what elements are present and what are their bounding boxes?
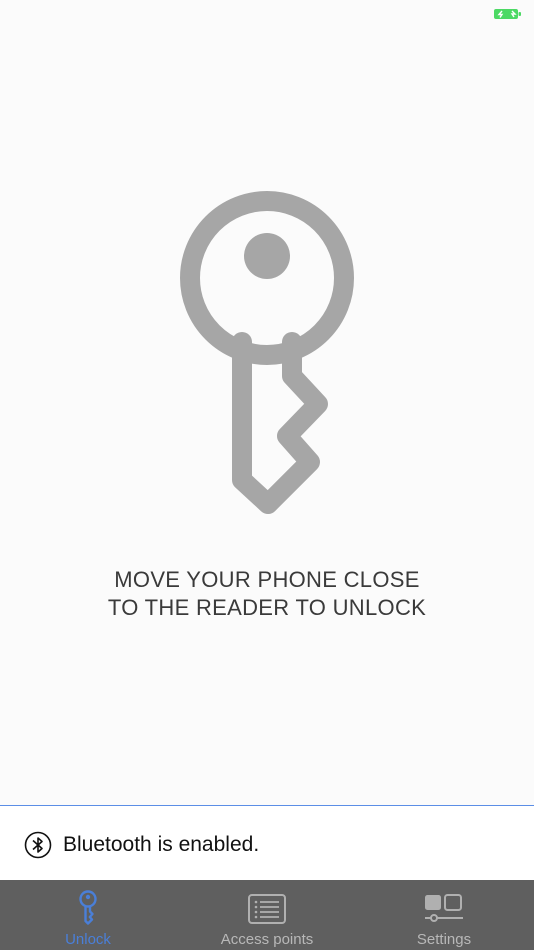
settings-toggle-icon	[425, 894, 463, 922]
tab-access-points-label: Access points	[220, 931, 314, 948]
bluetooth-status-text: Bluetooth is enabled.	[63, 833, 260, 856]
list-icon	[248, 894, 286, 924]
bluetooth-icon	[24, 831, 52, 859]
key-icon	[180, 191, 354, 514]
tab-unlock-label: Unlock	[65, 931, 111, 948]
app-screen: MOVE YOUR PHONE CLOSE TO THE READER TO U…	[0, 0, 534, 950]
status-bar	[0, 0, 534, 28]
instruction-line-1: MOVE YOUR PHONE CLOSE	[114, 567, 420, 592]
bluetooth-status-bar: Bluetooth is enabled.	[0, 806, 534, 880]
tab-unlock[interactable]: Unlock	[38, 880, 138, 950]
unlock-main-area: MOVE YOUR PHONE CLOSE TO THE READER TO U…	[0, 0, 534, 805]
tab-bar: Unlock Access points Settings	[0, 880, 534, 950]
battery-charging-icon	[494, 9, 521, 19]
tab-settings-label: Settings	[416, 931, 472, 948]
unlock-instruction: MOVE YOUR PHONE CLOSE TO THE READER TO U…	[0, 566, 534, 622]
key-icon	[79, 890, 97, 925]
instruction-line-2: TO THE READER TO UNLOCK	[107, 595, 427, 620]
tab-access-points[interactable]: Access points	[197, 880, 337, 950]
tab-settings[interactable]: Settings	[394, 880, 494, 950]
